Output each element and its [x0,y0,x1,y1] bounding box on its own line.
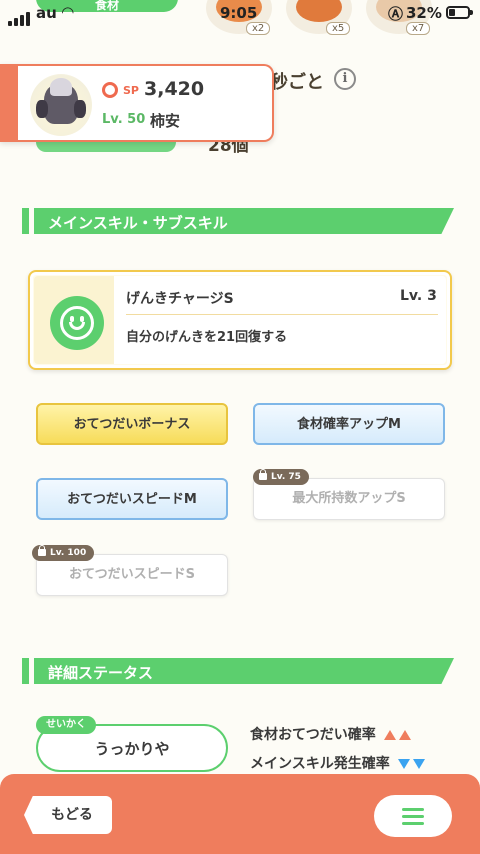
down-arrow-icon [412,759,425,769]
battery-icon [446,6,473,19]
lock-badge: Lv. 75 [253,469,309,485]
pokeball-icon [102,82,118,98]
header-tick [22,658,29,684]
back-button[interactable]: もどる [24,796,112,834]
nature-down-label: メインスキル発生確率 [250,756,390,772]
down-arrow-icon [397,759,410,769]
skills-section-header: メインスキル・サブスキル [22,208,454,234]
main-skill-icon-panel [34,276,114,364]
main-skill-level: Lv. 3 [400,288,437,304]
status-bar: au ◠ 9:05 Ⓐ 32% [0,0,480,28]
unlock-level: Lv. 75 [271,472,301,482]
battery-fill [449,9,455,16]
sprite-arm [36,100,48,118]
up-arrow-icon [383,730,396,740]
sub-skill-button-2[interactable]: 食材確率アップM [253,403,445,445]
wifi-icon: ◠ [62,3,74,21]
divider [126,314,438,315]
pokemon-sprite [30,74,92,136]
main-skill-card[interactable] [28,270,452,370]
details-section-header: 詳細ステータス [22,658,454,684]
rotation-lock-icon: Ⓐ [388,5,404,23]
sp-label: SP [123,84,139,97]
pokemon-nickname: 柿安 [150,112,181,130]
sprite-head [50,78,72,96]
carrier-name: au [36,4,57,22]
sub-skill-button-1[interactable]: おてつだいボーナス [36,403,228,445]
signal-icon [8,8,32,26]
sp-value: 3,420 [144,78,205,100]
pokemon-level: Lv. 50 [102,112,146,127]
nature-tag: せいかく [36,716,96,734]
card-edge-accent [0,66,18,140]
smile-icon [50,296,104,350]
hamburger-menu-icon [402,822,424,825]
nature-up-label: 食材おてつだい確率 [250,727,376,743]
hamburger-menu-icon [402,808,424,811]
hamburger-menu-icon [402,815,424,818]
header-tick [22,208,29,234]
nature-up-stat: 食材おてつだい確率 [250,724,411,744]
unlock-level: Lv. 100 [50,548,87,558]
section-title: 詳細ステータス [48,664,154,682]
sprite-arm [74,100,86,118]
lock-icon [38,545,46,556]
lock-icon [259,469,267,480]
menu-button[interactable] [374,795,452,837]
lock-badge: Lv. 100 [32,545,95,561]
info-icon[interactable]: i [334,68,356,90]
nature-down-stat: メインスキル発生確率 [250,753,425,773]
help-interval-label: 秒ごと [270,72,324,93]
up-arrow-icon [398,730,411,740]
clock: 9:05 [220,4,258,22]
pokemon-summary-card[interactable]: SP 3,420 Lv. 50 柿安 [0,64,274,142]
section-title: メインスキル・サブスキル [48,214,228,232]
sub-skill-button-3[interactable]: おてつだいスピードM [36,478,228,520]
main-skill-name: げんきチャージS [126,291,234,307]
main-skill-description: 自分のげんきを21回復する [126,330,288,345]
battery-percent: 32% [406,4,442,22]
